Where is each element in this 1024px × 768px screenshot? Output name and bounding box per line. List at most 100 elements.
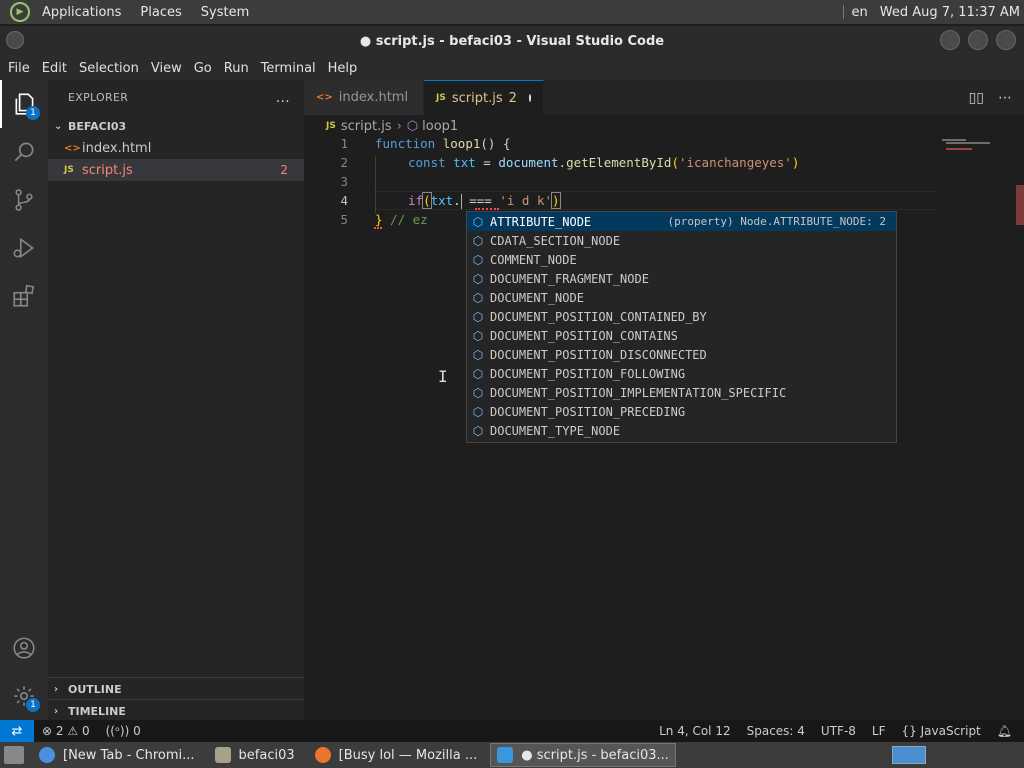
window-titlebar[interactable]: ● script.js - befaci03 - Visual Studio C… — [0, 26, 1024, 56]
more-actions-icon[interactable]: ⋯ — [998, 90, 1012, 106]
code-line-2[interactable]: 2 const txt = document.getElementById('i… — [304, 153, 944, 172]
explorer-badge: 1 — [26, 106, 40, 120]
manage-gear-icon[interactable]: 1 — [0, 672, 48, 720]
panel-clock[interactable]: Wed Aug 7, 11:37 AM — [880, 5, 1020, 20]
warning-icon: ⚠ — [67, 724, 79, 738]
tab-problem-count: 2 — [508, 90, 517, 106]
search-icon[interactable] — [0, 128, 48, 176]
close-button[interactable] — [996, 30, 1016, 50]
encoding[interactable]: UTF-8 — [813, 724, 864, 738]
taskbar-item-file-manager[interactable]: befaci03 — [208, 743, 302, 767]
tab-script-js[interactable]: JS script.js 2 — [424, 80, 544, 115]
suggestion-item[interactable]: ⬡ DOCUMENT_POSITION_CONTAINS — [467, 326, 896, 345]
extensions-icon[interactable] — [0, 272, 48, 320]
tab-index-html[interactable]: <> index.html — [304, 80, 424, 115]
language-mode[interactable]: {} JavaScript — [894, 724, 989, 738]
suggestion-detail: (property) Node.ATTRIBUTE_NODE: 2 — [667, 215, 886, 228]
menu-file[interactable]: File — [0, 61, 36, 76]
menu-go[interactable]: Go — [188, 61, 218, 76]
keyboard-layout-indicator[interactable]: en — [852, 5, 868, 20]
panel-menu-places[interactable]: Places — [133, 5, 188, 20]
menu-help[interactable]: Help — [322, 61, 364, 76]
taskbar-item-firefox[interactable]: [Busy lol — Mozilla ... — [308, 743, 485, 767]
menu-view[interactable]: View — [145, 61, 188, 76]
remote-indicator-icon[interactable]: ⇄ — [0, 720, 34, 742]
minimap[interactable] — [940, 137, 1010, 167]
show-desktop-icon[interactable] — [4, 746, 24, 764]
suggestion-item[interactable]: ⬡ ATTRIBUTE_NODE (property) Node.ATTRIBU… — [467, 212, 896, 231]
suggestion-item[interactable]: ⬡ DOCUMENT_POSITION_IMPLEMENTATION_SPECIF… — [467, 383, 896, 402]
panel-separator — [842, 5, 844, 19]
vertical-scrollbar[interactable] — [1016, 185, 1024, 225]
suggestion-item[interactable]: ⬡ COMMENT_NODE — [467, 250, 896, 269]
error-icon: ⊗ — [42, 724, 53, 738]
code-line-4[interactable]: 4 if(txt. === 'i d k') — [304, 191, 944, 210]
run-debug-icon[interactable] — [0, 224, 48, 272]
timeline-section[interactable]: › TIMELINE — [48, 699, 304, 722]
distro-logo-icon[interactable]: ▶ — [10, 2, 30, 22]
property-cube-icon: ⬡ — [472, 423, 484, 438]
accounts-icon[interactable] — [0, 624, 48, 672]
menu-edit[interactable]: Edit — [36, 61, 73, 76]
error-squiggle — [475, 207, 499, 210]
end-of-line[interactable]: LF — [864, 724, 894, 738]
code-line-1[interactable]: 1 function loop1() { — [304, 134, 944, 153]
suggestion-label: DOCUMENT_POSITION_FOLLOWING — [490, 366, 686, 381]
taskbar-item-vscode[interactable]: ● script.js - befaci03... — [490, 743, 676, 767]
taskbar-label: [Busy lol — Mozilla ... — [338, 747, 478, 763]
split-editor-icon[interactable]: ▯▯ — [969, 90, 984, 106]
cursor-position[interactable]: Ln 4, Col 12 — [651, 724, 739, 738]
source-control-icon[interactable] — [0, 176, 48, 224]
notifications-bell-icon[interactable]: 🔔︎ — [989, 724, 1024, 738]
suggestion-label: ATTRIBUTE_NODE — [490, 214, 592, 229]
minimize-button[interactable] — [940, 30, 960, 50]
outline-section[interactable]: › OUTLINE — [48, 677, 304, 700]
breadcrumb-file[interactable]: script.js — [341, 119, 392, 134]
ports-indicator[interactable]: ((ᵒ)) 0 — [98, 724, 149, 738]
warning-count: 0 — [81, 724, 90, 738]
menu-bar: File Edit Selection View Go Run Terminal… — [0, 56, 1024, 80]
suggestion-item[interactable]: ⬡ CDATA_SECTION_NODE — [467, 231, 896, 250]
punctuation: = — [475, 155, 499, 170]
punctuation: ( — [422, 191, 432, 209]
file-item-script-js[interactable]: JS script.js 2 — [48, 159, 304, 181]
suggestion-item[interactable]: ⬡ DOCUMENT_POSITION_FOLLOWING — [467, 364, 896, 383]
suggestion-item[interactable]: ⬡ DOCUMENT_POSITION_DISCONNECTED — [467, 345, 896, 364]
problems-indicator[interactable]: ⊗ 2 ⚠ 0 — [34, 724, 98, 738]
minimap-line — [942, 139, 966, 141]
taskbar-label: ● script.js - befaci03... — [521, 747, 669, 763]
js-file-icon: JS — [64, 165, 74, 175]
suggestion-label: DOCUMENT_POSITION_CONTAINS — [490, 328, 678, 343]
line-number: 3 — [340, 174, 348, 189]
indentation[interactable]: Spaces: 4 — [739, 724, 813, 738]
panel-menu-system[interactable]: System — [194, 5, 256, 20]
taskbar-item-chromium[interactable]: [New Tab - Chromi... — [32, 743, 202, 767]
punctuation: } — [375, 212, 383, 227]
minimap-line — [946, 148, 972, 150]
maximize-button[interactable] — [968, 30, 988, 50]
suggestion-item[interactable]: ⬡ DOCUMENT_NODE — [467, 288, 896, 307]
folder-section[interactable]: ⌄ BEFACI03 — [48, 115, 304, 137]
more-actions-icon[interactable]: … — [276, 90, 290, 106]
panel-menu-applications[interactable]: Applications — [35, 5, 128, 20]
file-item-index-html[interactable]: <> index.html — [48, 137, 304, 159]
suggest-widget: ⬡ ATTRIBUTE_NODE (property) Node.ATTRIBU… — [466, 211, 897, 443]
suggestion-item[interactable]: ⬡ DOCUMENT_FRAGMENT_NODE — [467, 269, 896, 288]
suggestion-item[interactable]: ⬡ DOCUMENT_POSITION_PRECEDING — [467, 402, 896, 421]
comment: // ez — [382, 212, 428, 227]
window-menu-button[interactable] — [6, 31, 24, 49]
status-bar: ⇄ ⊗ 2 ⚠ 0 ((ᵒ)) 0 Ln 4, Col 12 Spaces: 4… — [0, 720, 1024, 742]
suggestion-item[interactable]: ⬡ DOCUMENT_TYPE_NODE — [467, 421, 896, 440]
code-line-3[interactable]: 3 — [304, 172, 944, 191]
menu-terminal[interactable]: Terminal — [255, 61, 322, 76]
explorer-icon[interactable]: 1 — [0, 80, 48, 128]
unsaved-dot-icon[interactable] — [528, 94, 531, 102]
breadcrumb-symbol[interactable]: loop1 — [422, 119, 458, 134]
menu-run[interactable]: Run — [218, 61, 255, 76]
suggestion-item[interactable]: ⬡ DOCUMENT_POSITION_CONTAINED_BY — [467, 307, 896, 326]
menu-selection[interactable]: Selection — [73, 61, 145, 76]
explorer-title: EXPLORER — [68, 91, 129, 104]
property-cube-icon: ⬡ — [472, 328, 484, 343]
variable: txt — [453, 155, 476, 170]
workspace-switcher[interactable] — [892, 746, 926, 764]
